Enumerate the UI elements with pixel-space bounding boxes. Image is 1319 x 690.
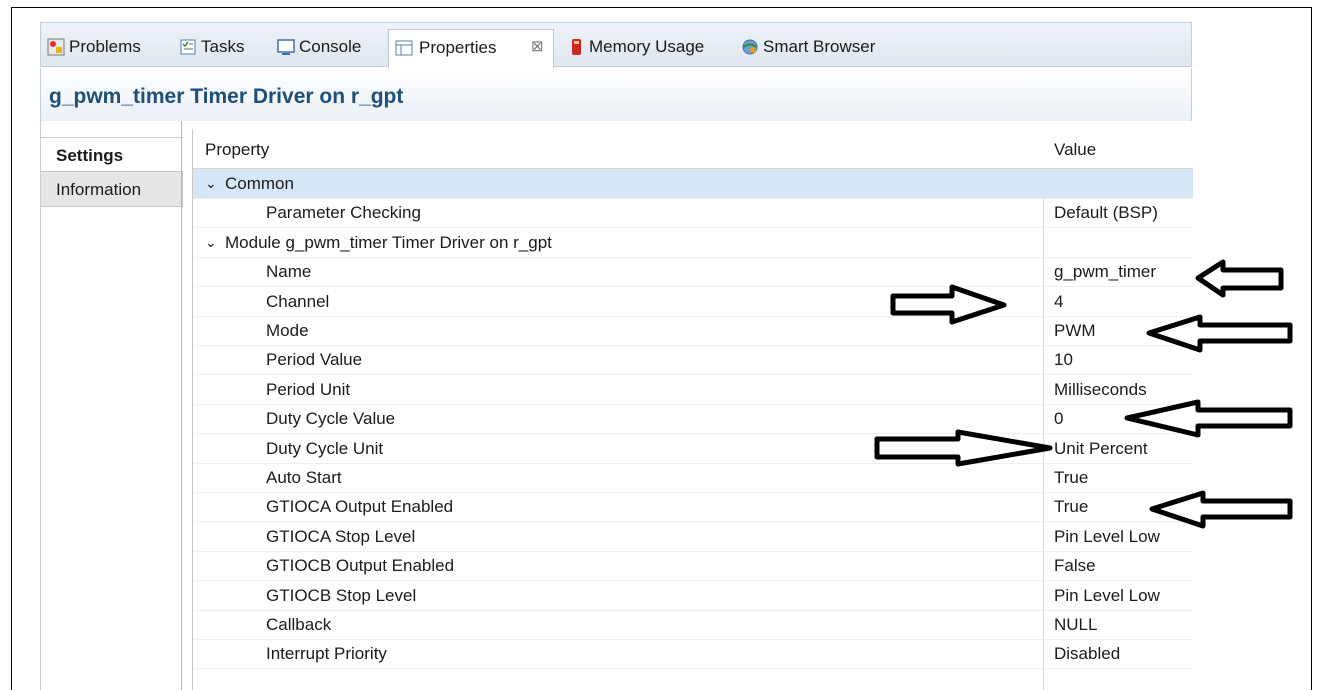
property-value[interactable]: 10 (1054, 345, 1073, 374)
tab-label: Memory Usage (589, 37, 705, 56)
property-value[interactable]: PWM (1054, 316, 1096, 345)
tab-properties[interactable]: Properties ⊠ (388, 29, 554, 68)
divider (181, 121, 182, 690)
properties-table: Property Value ⌄ Common Parameter Checking… (192, 129, 1193, 690)
table-row[interactable]: Parameter Checking Default (BSP) (193, 198, 1193, 229)
left-arrow-icon (1149, 490, 1293, 529)
side-tab-panel: Settings Information (40, 121, 183, 690)
left-arrow-icon (1146, 314, 1293, 353)
property-name: Duty Cycle Value (266, 409, 396, 429)
table-row[interactable]: GTIOCA Output Enabled True (193, 492, 1193, 523)
property-name: Duty Cycle Unit (266, 438, 384, 458)
property-name: Mode (266, 321, 309, 340)
tab-label: Tasks (201, 37, 245, 56)
property-name: Name (266, 262, 312, 282)
property-name: GTIOCB Stop Level (266, 585, 417, 605)
property-name: Module g_pwm_timer Timer Driver on r_gpt (225, 232, 552, 252)
properties-header: g_pwm_timer Timer Driver on r_gpt (40, 68, 1192, 121)
table-row[interactable]: Name g_pwm_timer (193, 257, 1193, 288)
property-group-row[interactable]: ⌄ Module g_pwm_timer Timer Driver on r_gp… (193, 228, 1193, 258)
properties-icon (395, 40, 413, 56)
view-tab-bar: Problems Tasks Console Properties ⊠ Memo… (40, 22, 1192, 68)
property-value[interactable]: 4 (1054, 287, 1063, 316)
property-value[interactable]: True (1054, 463, 1088, 492)
tab-label: Properties (419, 38, 497, 57)
table-row[interactable]: Callback NULL (193, 610, 1193, 640)
tab-label: Console (299, 37, 362, 56)
tasks-icon (180, 39, 196, 55)
right-arrow-icon (890, 284, 1007, 325)
property-name: Channel (266, 291, 330, 311)
property-name: Interrupt Priority (266, 644, 387, 664)
table-row[interactable]: Mode PWM (193, 316, 1193, 346)
problems-icon (47, 38, 65, 56)
table-header: Property Value (193, 129, 1193, 169)
property-value[interactable]: False (1054, 551, 1096, 580)
property-value[interactable]: Pin Level Low (1054, 522, 1160, 551)
table-row[interactable]: GTIOCA Stop Level Pin Level Low (193, 522, 1193, 552)
page-title: g_pwm_timer Timer Driver on r_gpt (49, 85, 404, 108)
table-row[interactable]: Period Unit Milliseconds (193, 375, 1193, 405)
property-value[interactable]: Default (BSP) (1054, 198, 1158, 227)
property-name: Parameter Checking (266, 203, 421, 223)
column-header-value[interactable]: Value (1054, 140, 1096, 160)
property-name: Auto Start (266, 468, 342, 487)
property-name: Common (225, 174, 294, 193)
property-name: GTIOCA Output Enabled (266, 497, 454, 517)
property-value[interactable]: 0 (1054, 404, 1063, 433)
smart-browser-icon (742, 39, 758, 55)
side-tab-information[interactable]: Information (41, 172, 183, 207)
property-group-row[interactable]: ⌄ Common (193, 169, 1193, 199)
property-value[interactable]: NULL (1054, 610, 1097, 639)
property-name: Period Value (266, 350, 363, 370)
table-row[interactable]: GTIOCB Stop Level Pin Level Low (193, 581, 1193, 611)
property-value[interactable]: True (1054, 492, 1088, 521)
column-header-property[interactable]: Property (205, 140, 269, 160)
property-name: GTIOCB Output Enabled (266, 556, 455, 576)
property-name: GTIOCA Stop Level (266, 526, 416, 546)
property-name: Period Unit (266, 379, 351, 399)
left-arrow-icon (1195, 259, 1284, 298)
property-value[interactable]: Disabled (1054, 639, 1120, 668)
property-value[interactable]: Pin Level Low (1054, 581, 1160, 610)
chevron-down-icon[interactable]: ⌄ (205, 228, 217, 257)
console-icon (277, 39, 295, 55)
property-name: Callback (266, 615, 332, 634)
tab-label: Smart Browser (763, 37, 876, 56)
table-row[interactable]: Period Value 10 (193, 345, 1193, 376)
table-row[interactable]: Interrupt Priority Disabled (193, 639, 1193, 670)
table-row[interactable]: GTIOCB Output Enabled False (193, 551, 1193, 582)
right-arrow-icon (874, 429, 1053, 467)
table-row[interactable]: Channel 4 (193, 287, 1193, 317)
tab-label: Problems (69, 37, 141, 56)
close-icon[interactable]: ⊠ (531, 31, 544, 63)
chevron-down-icon[interactable]: ⌄ (205, 169, 217, 198)
property-value[interactable]: g_pwm_timer (1054, 257, 1156, 286)
memory-icon (572, 39, 581, 55)
left-arrow-icon (1124, 399, 1293, 438)
side-tab-settings[interactable]: Settings (41, 137, 183, 172)
